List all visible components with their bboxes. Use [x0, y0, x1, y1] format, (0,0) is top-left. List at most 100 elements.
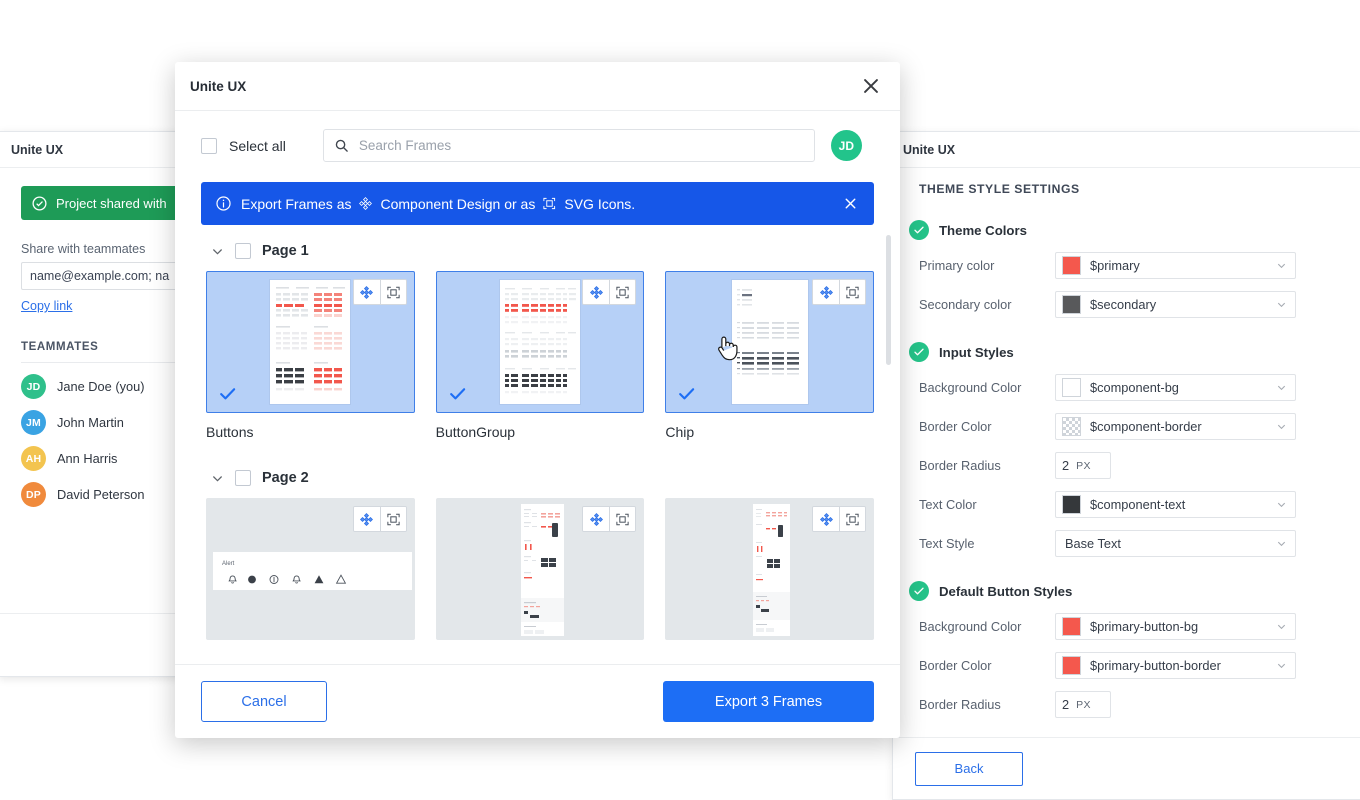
primary-color-select[interactable]: $primary — [1055, 252, 1296, 279]
button-border-radius-stepper[interactable]: 2 PX — [1055, 691, 1111, 718]
close-icon[interactable] — [842, 195, 859, 212]
cancel-button[interactable]: Cancel — [201, 681, 327, 722]
svg-export-button[interactable] — [379, 507, 406, 531]
frame-card-form[interactable] — [435, 498, 645, 651]
component-design-icon — [819, 512, 833, 526]
teammates-divider — [21, 362, 197, 363]
frame-thumbnail[interactable]: Alert — [206, 498, 415, 640]
frame-card-buttongroup[interactable]: ButtonGroup — [435, 271, 645, 440]
component-design-icon — [819, 285, 833, 299]
close-icon[interactable] — [860, 75, 882, 97]
selected-check-icon — [679, 388, 695, 400]
button-border-color-select[interactable]: $primary-button-border — [1055, 652, 1296, 679]
copy-link-button[interactable]: Copy link — [21, 299, 72, 313]
list-item[interactable]: JM John Martin — [21, 410, 196, 435]
page-group-header-2: Page 2 — [201, 440, 874, 486]
frame-thumbnail[interactable] — [435, 498, 645, 640]
select-value: Base Text — [1065, 536, 1121, 551]
list-item[interactable]: JD Jane Doe (you) — [21, 374, 196, 399]
svg-export-button[interactable] — [609, 280, 636, 304]
select-value: $component-border — [1090, 419, 1202, 434]
svg-frame-icon — [616, 513, 629, 525]
email-field-value: name@example.com; na — [30, 269, 170, 283]
svg-frame-icon — [846, 513, 859, 525]
component-design-icon — [359, 197, 373, 210]
back-button[interactable]: Back — [915, 751, 1023, 786]
frame-card-chip[interactable]: Chip — [665, 271, 875, 440]
component-design-button[interactable] — [353, 280, 380, 304]
stepper-unit: PX — [1076, 698, 1091, 711]
svg-frame-icon — [543, 197, 556, 210]
svg-export-button[interactable] — [839, 280, 866, 304]
page-checkbox[interactable] — [235, 243, 251, 259]
chip-wireframe — [731, 280, 808, 404]
frame-card-buttons[interactable]: Buttons — [206, 271, 415, 440]
svg-export-button[interactable] — [839, 507, 866, 531]
theme-panel-title: Unite UX — [903, 142, 956, 157]
input-border-color-select[interactable]: $component-border — [1055, 413, 1296, 440]
color-swatch — [1062, 295, 1081, 314]
svg-frame-icon — [387, 286, 400, 298]
frame-thumbnail[interactable] — [435, 271, 645, 413]
component-design-button[interactable] — [813, 280, 840, 304]
chevron-down-icon — [1277, 263, 1286, 269]
chevron-down-icon[interactable] — [211, 245, 224, 258]
frame-export-tools — [582, 279, 637, 305]
scrollbar[interactable] — [886, 235, 891, 655]
check-icon — [909, 220, 929, 240]
row-label: Text Color — [919, 497, 977, 512]
avatar[interactable]: JD — [830, 130, 862, 161]
svg-export-button[interactable] — [609, 507, 636, 531]
input-text-style-select[interactable]: Base Text — [1055, 530, 1296, 557]
info-banner: Export Frames as Component Design or as … — [201, 182, 874, 225]
teammate-name: David Peterson — [57, 487, 145, 502]
list-item[interactable]: DP David Peterson — [21, 482, 196, 507]
teammate-name: Ann Harris — [57, 451, 118, 466]
frame-card-table[interactable] — [665, 498, 875, 651]
frames-scroll-area[interactable]: Page 1 Buttons ButtonGroup Chip Page 2 A… — [175, 225, 900, 664]
setting-row-input-bg: Background Color $component-bg — [919, 374, 1360, 401]
row-label: Border Color — [919, 419, 992, 434]
theme-style-settings-heading: THEME STYLE SETTINGS — [919, 182, 1080, 196]
frame-thumbnail[interactable] — [206, 271, 415, 413]
scrollbar-thumb[interactable] — [886, 235, 891, 365]
row-label: Border Color — [919, 658, 992, 673]
component-design-button[interactable] — [813, 507, 840, 531]
frame-thumbnail[interactable] — [665, 498, 875, 640]
setting-row-primary-color: Primary color $primary — [919, 252, 1360, 279]
svg-export-button[interactable] — [379, 280, 406, 304]
input-background-color-select[interactable]: $component-bg — [1055, 374, 1296, 401]
select-all-checkbox[interactable] — [201, 137, 217, 154]
row-label: Primary color — [919, 258, 995, 273]
chevron-down-icon — [1277, 502, 1286, 508]
secondary-color-select[interactable]: $secondary — [1055, 291, 1296, 318]
dialog-title: Unite UX — [190, 78, 247, 94]
alert-wireframe: Alert — [213, 552, 412, 590]
input-text-color-select[interactable]: $component-text — [1055, 491, 1296, 518]
component-design-icon — [589, 285, 603, 299]
group-title: Default Button Styles — [939, 583, 1073, 599]
setting-row-input-text-color: Text Color $component-text — [919, 491, 1360, 518]
list-item[interactable]: AH Ann Harris — [21, 446, 196, 471]
theme-settings-panel: Unite UX THEME STYLE SETTINGS Theme Colo… — [892, 131, 1360, 800]
component-design-button[interactable] — [583, 280, 610, 304]
frame-export-tools — [812, 506, 867, 532]
chevron-down-icon[interactable] — [211, 472, 224, 485]
select-value: $primary-button-border — [1090, 658, 1221, 673]
chevron-down-icon — [1277, 424, 1286, 430]
button-background-color-select[interactable]: $primary-button-bg — [1055, 613, 1296, 640]
page-checkbox[interactable] — [235, 470, 251, 486]
export-frames-button[interactable]: Export 3 Frames — [663, 681, 874, 722]
frame-export-tools — [352, 506, 407, 532]
component-design-icon — [589, 512, 603, 526]
component-design-button[interactable] — [353, 507, 380, 531]
component-design-button[interactable] — [583, 507, 610, 531]
input-border-radius-stepper[interactable]: 2 PX — [1055, 452, 1111, 479]
row-label: Background Color — [919, 380, 1022, 395]
search-input[interactable]: Search Frames — [322, 129, 815, 162]
frame-thumbnail[interactable] — [665, 271, 875, 413]
svg-frame-icon — [387, 513, 400, 525]
banner-message: Export Frames as Component Design or as … — [241, 196, 635, 212]
frame-card-alert[interactable]: Alert — [206, 498, 415, 651]
share-panel-header: Unite UX — [0, 132, 196, 168]
